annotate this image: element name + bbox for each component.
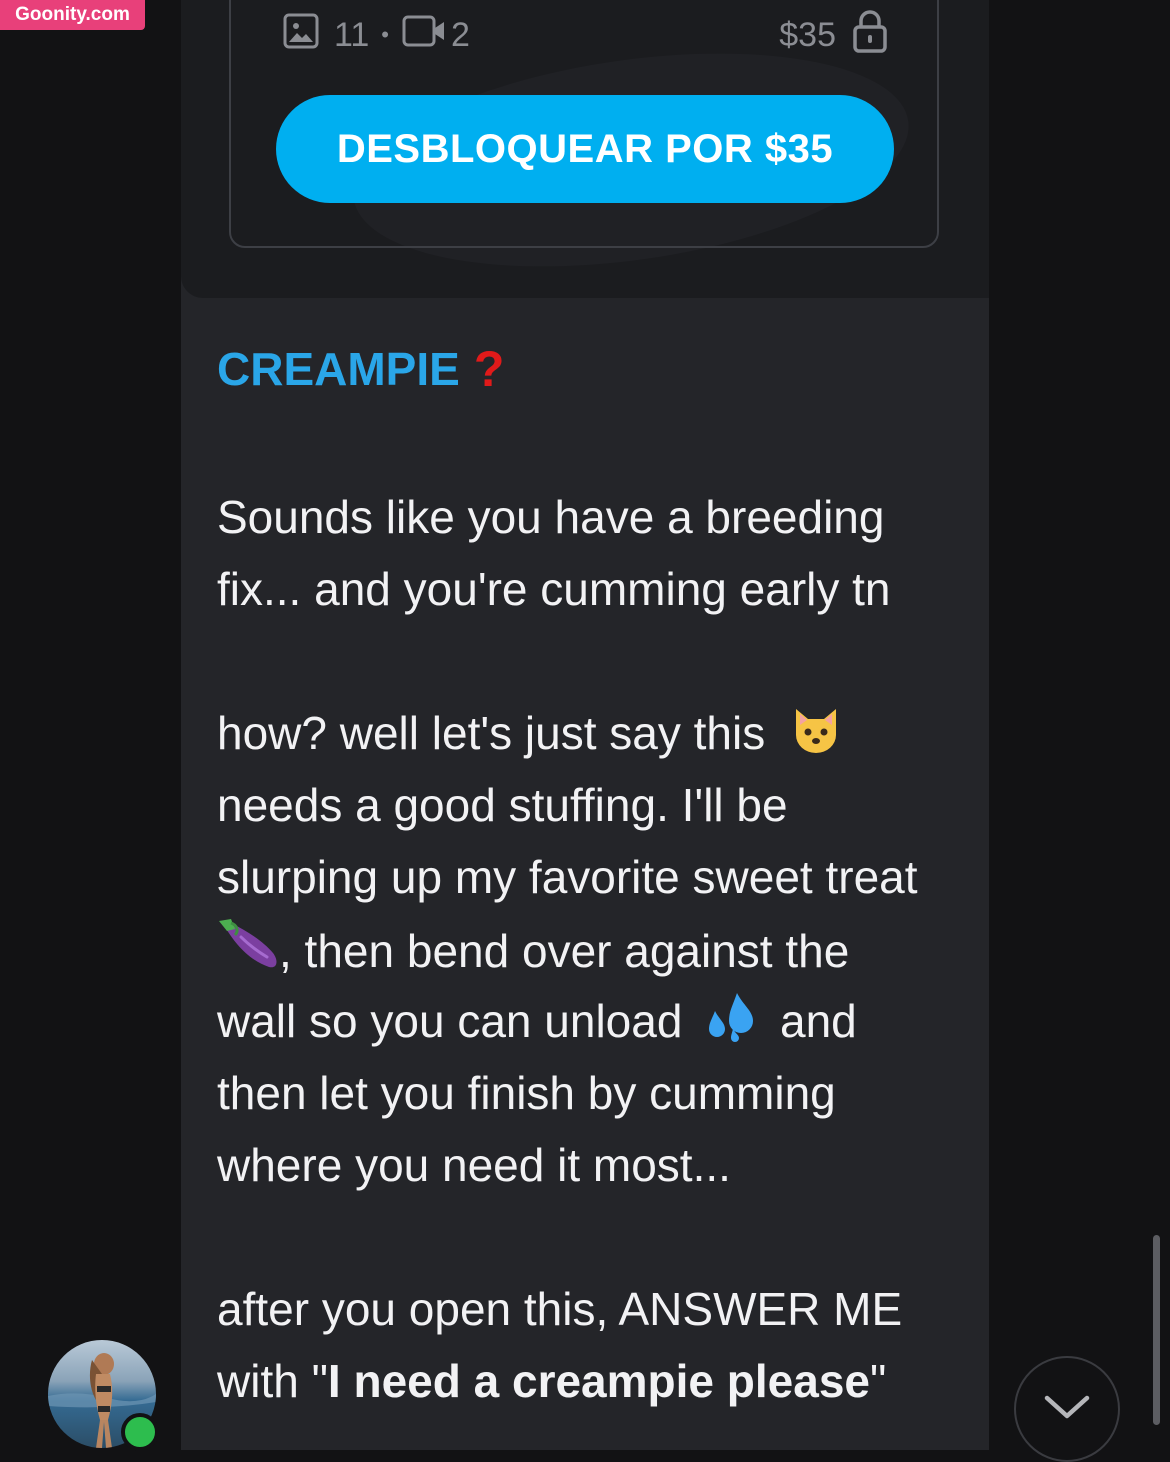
title-text: CREAMPIE: [217, 343, 460, 395]
scrollbar[interactable]: [1153, 1235, 1160, 1425]
message-line: where you need it most...: [217, 1139, 731, 1191]
scroll-to-bottom-button[interactable]: [1014, 1356, 1120, 1462]
message-line-text: and: [779, 995, 857, 1047]
watermark: Goonity.com: [0, 0, 145, 30]
message-title: CREAMPIE ?: [217, 340, 504, 398]
message-line-text: how? well let's just say this: [217, 707, 766, 759]
price-info: $35: [779, 9, 888, 58]
price-label: $35: [779, 15, 836, 54]
message-line: fix... and you're cumming early tn: [217, 563, 891, 615]
message-bold-text: I need a creampie please: [327, 1355, 870, 1407]
chevron-down-icon: [1043, 1392, 1091, 1427]
message-line: Sounds like you have a breeding: [217, 491, 885, 543]
message-line: slurping up my favorite sweet treat: [217, 851, 918, 903]
image-icon: [282, 12, 320, 59]
message-line: with "I need a creampie please": [217, 1345, 967, 1417]
lock-icon: [852, 9, 888, 62]
message-line-text: , then bend over against the: [279, 925, 850, 977]
message-line: , then bend over against the: [217, 913, 967, 993]
eggplant-icon: [217, 913, 279, 993]
message-line-text: ": [870, 1355, 887, 1407]
online-status-indicator: [121, 1413, 159, 1451]
message-line: wall so you can unload and: [217, 985, 967, 1063]
video-count: 2: [451, 15, 470, 54]
message-line: after you open this, ANSWER ME: [217, 1283, 903, 1335]
cat-face-icon: [788, 699, 844, 775]
message-line: then let you finish by cumming: [217, 1067, 836, 1119]
message-line-text: with ": [217, 1355, 328, 1407]
image-count: 11: [334, 15, 370, 54]
red-question-mark-icon: ?: [473, 341, 505, 397]
message-line: how? well let's just say this: [217, 697, 967, 775]
media-counts: 11 • 2: [282, 12, 470, 59]
count-separator: •: [381, 22, 389, 47]
sweat-droplets-icon: [703, 989, 759, 1063]
message-line: needs a good stuffing. I'll be: [217, 779, 788, 831]
message-line-text: wall so you can unload: [217, 995, 683, 1047]
video-icon: [401, 12, 447, 59]
unlock-button[interactable]: DESBLOQUEAR POR $35: [276, 95, 894, 203]
